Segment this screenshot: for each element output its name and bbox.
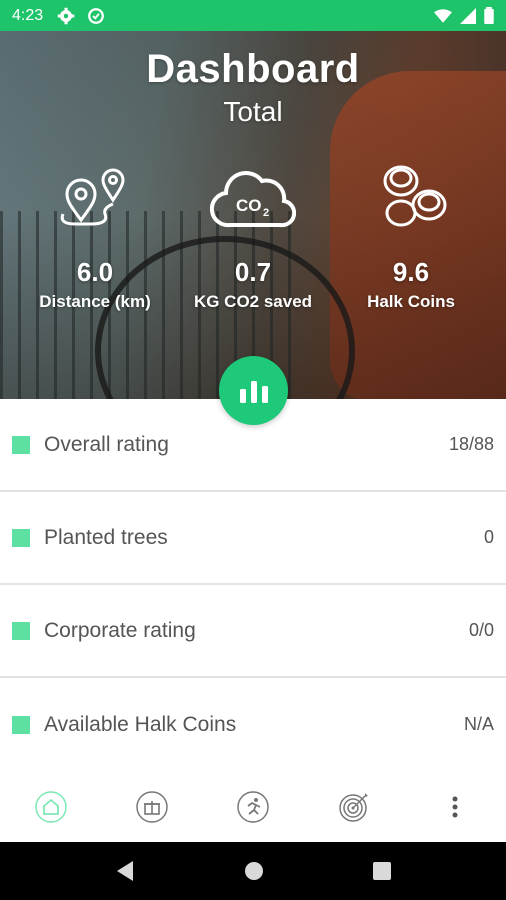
stat-distance-value: 6.0 bbox=[76, 257, 114, 287]
hero-banner: Dashboard Total 6.0 Distance (km) CO 2 0… bbox=[0, 31, 506, 399]
gift-icon bbox=[136, 791, 168, 823]
list-marker bbox=[12, 621, 30, 640]
stat-co2-value: 0.7 bbox=[234, 257, 272, 287]
bottom-navigation bbox=[0, 772, 506, 842]
system-navigation-bar bbox=[0, 842, 506, 900]
stat-coins: 9.6 Halk Coins bbox=[326, 159, 496, 312]
page-subtitle: Total bbox=[223, 96, 283, 127]
stat-distance: 6.0 Distance (km) bbox=[10, 159, 180, 312]
list-marker bbox=[12, 435, 30, 454]
nav-activity-button[interactable] bbox=[223, 777, 283, 837]
list-item-label: Planted trees bbox=[44, 525, 168, 549]
more-icon bbox=[452, 796, 458, 818]
runner-icon bbox=[237, 791, 269, 823]
status-bar: 4:23 bbox=[0, 0, 506, 31]
stat-co2-label: KG CO2 saved bbox=[193, 292, 313, 311]
target-icon bbox=[339, 793, 369, 822]
list-marker bbox=[12, 528, 30, 547]
battery-icon bbox=[484, 7, 494, 24]
nav-home-button[interactable] bbox=[21, 777, 81, 837]
list-item-label: Overall rating bbox=[44, 432, 169, 456]
bar-chart-icon bbox=[239, 380, 268, 403]
nav-goals-button[interactable] bbox=[324, 777, 384, 837]
page-title: Dashboard bbox=[146, 47, 360, 91]
list-item-label: Available Halk Coins bbox=[44, 712, 237, 736]
data-saver-icon bbox=[88, 7, 105, 24]
coins-icon bbox=[326, 159, 496, 239]
stat-coins-value: 9.6 bbox=[392, 257, 430, 287]
list-item-value: 0 bbox=[483, 527, 494, 547]
home-icon bbox=[34, 791, 67, 823]
recents-icon[interactable] bbox=[373, 862, 392, 880]
route-pin-icon bbox=[10, 159, 180, 239]
list-item-planted-trees[interactable]: Planted trees 0 bbox=[0, 492, 506, 585]
list-item-value: N/A bbox=[463, 714, 494, 734]
wifi-icon bbox=[434, 8, 452, 23]
list-item-value: 0/0 bbox=[468, 620, 494, 640]
list-marker bbox=[12, 715, 30, 734]
nav-more-button[interactable] bbox=[425, 777, 485, 837]
nav-rewards-button[interactable] bbox=[122, 777, 182, 837]
co2-cloud-icon: CO 2 bbox=[168, 159, 338, 239]
statistics-fab-button[interactable] bbox=[219, 356, 288, 425]
list-item-available-halk-coins[interactable]: Available Halk Coins N/A bbox=[0, 678, 506, 771]
stats-list: Overall rating 18/88 Planted trees 0 Cor… bbox=[0, 399, 506, 771]
list-item-corporate-rating[interactable]: Corporate rating 0/0 bbox=[0, 585, 506, 678]
stat-distance-label: Distance (km) bbox=[39, 292, 151, 311]
svg-text:CO: CO bbox=[236, 196, 262, 215]
svg-text:2: 2 bbox=[263, 207, 269, 219]
home-circle-icon[interactable] bbox=[244, 861, 264, 881]
status-time: 4:23 bbox=[12, 6, 44, 24]
list-item-value: 18/88 bbox=[448, 434, 494, 454]
stat-coins-label: Halk Coins bbox=[367, 292, 455, 311]
list-item-label: Corporate rating bbox=[44, 618, 196, 642]
signal-icon bbox=[460, 7, 476, 24]
stat-co2: CO 2 0.7 KG CO2 saved bbox=[168, 159, 338, 312]
back-icon[interactable] bbox=[115, 860, 135, 882]
settings-gear-icon bbox=[57, 7, 75, 24]
